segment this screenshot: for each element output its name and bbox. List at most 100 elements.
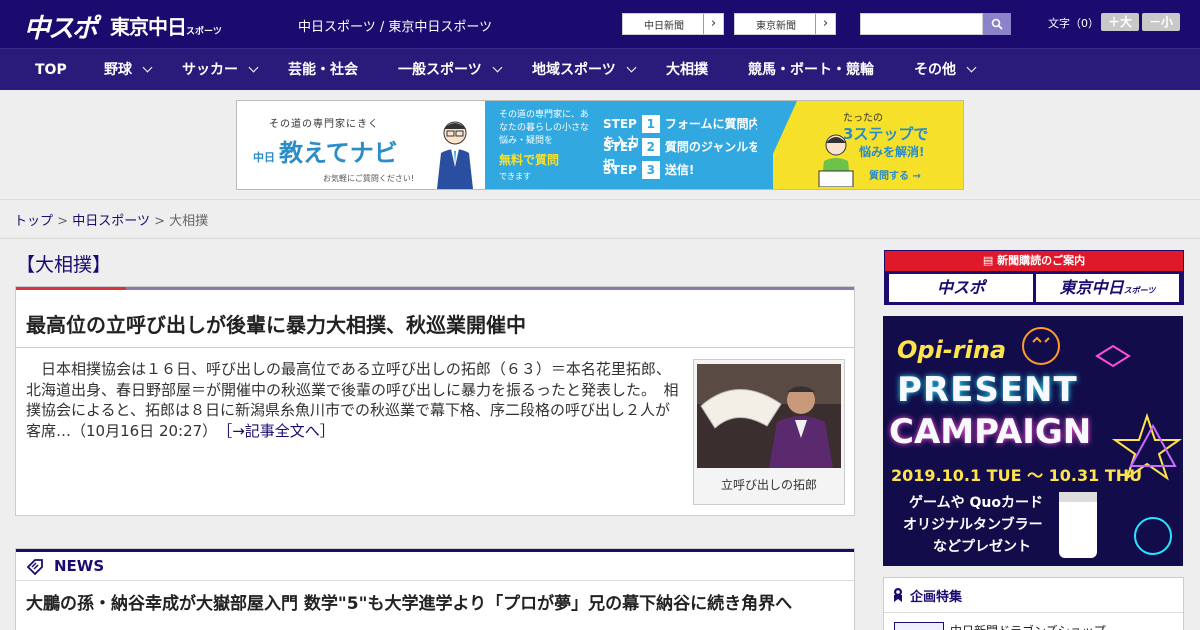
step-number: 2 — [641, 138, 660, 156]
article-photo-box: 立呼び出しの拓郎 — [693, 359, 845, 505]
banner-title-text: 教えてナビ — [279, 139, 398, 167]
nav-item-baseball[interactable]: 野球 — [104, 49, 153, 91]
breadcrumb-separator: > — [57, 214, 69, 229]
banner-note: お気軽にご質問ください! — [323, 174, 415, 183]
news-heading: NEWS — [26, 557, 104, 576]
nav-item-racing[interactable]: 競馬・ボート・競輪 — [748, 49, 874, 91]
promo-prize-2: オリジナルタンブラー — [903, 517, 1043, 533]
chevron-down-icon — [492, 62, 503, 73]
step-number: 1 — [641, 115, 660, 133]
nav-item-regional-sports[interactable]: 地域スポーツ — [532, 49, 637, 91]
feature-heading-text: 企画特集 — [910, 590, 963, 605]
search-input[interactable] — [860, 13, 983, 35]
feature-thumbnail[interactable] — [894, 622, 944, 630]
newspaper-icon: ▤ — [982, 254, 998, 267]
chevron-down-icon — [142, 62, 153, 73]
banner-right-line-3: 悩みを解消! — [859, 145, 925, 159]
breadcrumb-section-link[interactable]: 中日スポーツ — [72, 214, 150, 229]
article-excerpt: 日本相撲協会は１６日、呼び出しの最高位である立呼び出しの拓郎（６３）＝本名花里拓… — [26, 360, 679, 440]
nav-item-label: サッカー — [182, 62, 238, 78]
step-label: STEP — [603, 117, 637, 131]
subscribe-tokyo-chunichi-logo[interactable]: 東京中日スポーツ — [1036, 274, 1179, 302]
banner-free-text: 無料で質問 — [499, 153, 560, 167]
article-title[interactable]: 最高位の立呼び出しが後輩に暴力大相撲、秋巡業開催中 — [26, 309, 526, 338]
nav-item-general-sports[interactable]: 一般スポーツ — [398, 49, 503, 91]
nav-item-top[interactable]: TOP — [35, 49, 67, 91]
breadcrumb-divider — [0, 238, 1200, 239]
chevron-right-icon: › — [815, 14, 835, 34]
chevron-down-icon — [966, 62, 977, 73]
article-card: 最高位の立呼び出しが後輩に暴力大相撲、秋巡業開催中 日本相撲協会は１６日、呼び出… — [15, 286, 855, 516]
banner-title: 中日 教えてナビ — [253, 133, 398, 168]
promo-prize-3: などプレゼント — [933, 539, 1031, 555]
banner-diagonal — [757, 101, 797, 189]
promo-prize-1: ゲームや Quoカード — [909, 495, 1043, 511]
nav-item-entertainment[interactable]: 芸能・社会 — [288, 49, 358, 91]
nav-item-sumo[interactable]: 大相撲 — [666, 49, 708, 91]
news-divider — [16, 580, 854, 581]
subscription-heading: ▤ 新聞購読のご案内 — [885, 251, 1183, 271]
news-section: NEWS 大鵬の孫・納谷幸成が大嶽部屋入門 数学"5"も大学進学より「プロが夢」… — [15, 548, 855, 630]
chevron-down-icon — [626, 62, 637, 73]
subscribe-tokyo-logo-text: 東京中日 — [1059, 278, 1124, 297]
article-divider — [16, 347, 854, 348]
banner-ask-button[interactable]: 質問する → — [869, 167, 921, 182]
step-number: 3 — [641, 161, 660, 179]
chunichi-shimbun-button[interactable]: 中日新聞 › — [622, 13, 724, 35]
main-nav: TOP 野球 サッカー 芸能・社会 一般スポーツ 地域スポーツ 大相撲 競馬・ボ… — [0, 48, 1200, 90]
nav-item-label: 大相撲 — [666, 62, 708, 78]
opirina-present-campaign-ad[interactable]: Opi-rina PRESENT CAMPAIGN 2019.10.1 TUE … — [883, 316, 1183, 566]
subscription-box[interactable]: ▤ 新聞購読のご案内 中スポ 東京中日スポーツ — [884, 250, 1184, 305]
subscribe-chuspo-logo[interactable]: 中スポ — [889, 274, 1033, 302]
breadcrumb: トップ > 中日スポーツ > 大相撲 — [14, 210, 208, 229]
banner-description-2: できます — [499, 172, 531, 181]
article-top-bar — [16, 287, 854, 290]
feature-box: 企画特集 中日新聞ドラゴンズショップ — [883, 577, 1184, 630]
article-body: 日本相撲協会は１６日、呼び出しの最高位である立呼び出しの拓郎（６３）＝本名花里拓… — [26, 359, 684, 441]
step-label: STEP — [603, 140, 637, 154]
feature-heading: 企画特集 — [892, 586, 962, 605]
yobidashi-photo-image — [697, 364, 841, 468]
feature-divider — [884, 612, 1183, 613]
promo-line-present: PRESENT — [897, 370, 1078, 410]
nav-item-label: 競馬・ボート・競輪 — [748, 62, 874, 78]
banner-left-panel: その道の専門家にきく 中日 教えてナビ お気軽にご質問ください! — [237, 101, 485, 189]
category-heading: 【大相撲】 — [16, 254, 112, 276]
nav-item-soccer[interactable]: サッカー — [182, 49, 259, 91]
nav-item-label: 一般スポーツ — [398, 62, 482, 78]
banner-brand-small: 中日 — [253, 151, 275, 164]
article-photo[interactable] — [697, 364, 841, 468]
banner-right-panel: たったの 3ステップで 悩みを解消! 質問する → — [773, 101, 963, 189]
banner-middle-panel: その道の専門家に、あなたの暮らしの小さな悩み・疑問を 無料で質問 できます ST… — [485, 101, 773, 189]
step-text: 送信! — [664, 163, 695, 177]
feature-item-link[interactable]: 中日新聞ドラゴンズショップ — [950, 622, 1106, 630]
banner-tag: その道の専門家にきく — [269, 119, 379, 130]
chevron-down-icon — [248, 62, 259, 73]
top-header: 中スポ 東京中日スポーツ 中日スポーツ / 東京中日スポーツ 中日新聞 › 東京… — [0, 0, 1200, 48]
chuspo-logo[interactable]: 中スポ — [24, 8, 98, 45]
tokyo-chunichi-logo-text: 東京中日 — [110, 15, 187, 39]
nav-item-label: その他 — [914, 62, 956, 78]
laptop-person-icon — [818, 134, 854, 187]
subscription-heading-text: 新聞購読のご案内 — [997, 254, 1086, 267]
news-headline-link[interactable]: 大鵬の孫・納谷幸成が大嶽部屋入門 数学"5"も大学進学より「プロが夢」兄の幕下納… — [26, 591, 846, 617]
nav-item-other[interactable]: その他 — [914, 49, 977, 91]
font-decrease-button[interactable]: －小 — [1142, 13, 1180, 31]
step-label: STEP — [603, 163, 637, 177]
tokyo-shimbun-button[interactable]: 東京新聞 › — [734, 13, 836, 35]
breadcrumb-current: 大相撲 — [169, 214, 209, 229]
promo-brand: Opi-rina — [897, 336, 1007, 364]
tokyo-chunichi-logo[interactable]: 東京中日スポーツ — [110, 11, 222, 40]
ribbon-icon — [894, 588, 902, 602]
site-links[interactable]: 中日スポーツ / 東京中日スポーツ — [298, 16, 492, 35]
nav-item-label: 地域スポーツ — [532, 62, 616, 78]
search-button[interactable] — [983, 13, 1011, 35]
oshiete-navi-banner[interactable]: その道の専門家にきく 中日 教えてナビ お気軽にご質問ください! その道の専門家に… — [236, 100, 964, 190]
news-heading-label: NEWS — [54, 557, 105, 575]
font-size-label: 文字（0） — [1048, 17, 1099, 30]
breadcrumb-home-link[interactable]: トップ — [14, 214, 53, 229]
font-increase-button[interactable]: ＋大 — [1101, 13, 1139, 31]
breadcrumb-separator: > — [154, 214, 165, 229]
read-more-link[interactable]: ［→記事全文へ］ — [225, 422, 335, 440]
article-top-bar-accent — [16, 287, 126, 290]
